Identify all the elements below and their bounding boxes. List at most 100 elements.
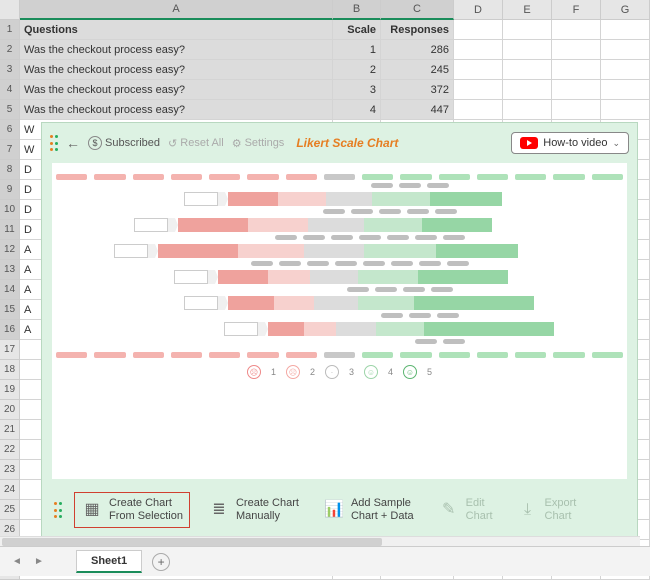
cell[interactable]	[601, 40, 650, 60]
column-header-E[interactable]: E	[503, 0, 552, 20]
column-header-D[interactable]: D	[454, 0, 503, 20]
cell[interactable]	[503, 20, 552, 40]
row-header[interactable]: 1	[0, 20, 20, 40]
drag-handle-icon[interactable]	[50, 135, 58, 151]
cell[interactable]	[503, 80, 552, 100]
row-header[interactable]: 3	[0, 60, 20, 80]
panel-action-bar: ▦ Create ChartFrom Selection ≣ Create Ch…	[50, 487, 629, 533]
row-header[interactable]: 8	[0, 160, 20, 180]
cell[interactable]: 286	[381, 40, 454, 60]
face-4-icon: ☺	[364, 365, 378, 379]
cell[interactable]	[503, 100, 552, 120]
face-neutral-icon: ·	[325, 365, 339, 379]
cell[interactable]	[552, 60, 601, 80]
row-header[interactable]: 11	[0, 220, 20, 240]
column-headers: ABCDEFG	[20, 0, 650, 20]
row-header[interactable]: 14	[0, 280, 20, 300]
chevron-down-icon: ⌄	[612, 138, 620, 149]
likert-chart-panel: ← $ Subscribed ↺ Reset All ⚙ Settings Li…	[41, 122, 638, 540]
cell[interactable]: Was the checkout process easy?	[20, 40, 333, 60]
column-header-B[interactable]: B	[333, 0, 381, 20]
cell[interactable]	[601, 60, 650, 80]
cell[interactable]	[454, 80, 503, 100]
cell[interactable]: 372	[381, 80, 454, 100]
cell[interactable]	[601, 20, 650, 40]
cell[interactable]: 245	[381, 60, 454, 80]
cell[interactable]	[552, 80, 601, 100]
howto-video-button[interactable]: How-to video ⌄	[511, 132, 629, 154]
export-chart-button: ⤓ ExportChart	[511, 493, 583, 527]
row-header[interactable]: 9	[0, 180, 20, 200]
row-header[interactable]: 7	[0, 140, 20, 160]
column-header-A[interactable]: A	[20, 0, 333, 20]
row-header[interactable]: 19	[0, 380, 20, 400]
row-header[interactable]: 17	[0, 340, 20, 360]
row-header[interactable]: 23	[0, 460, 20, 480]
row-header[interactable]: 21	[0, 420, 20, 440]
cell[interactable]	[454, 20, 503, 40]
cell[interactable]: Was the checkout process easy?	[20, 60, 333, 80]
column-header-C[interactable]: C	[381, 0, 454, 20]
sheet-tabs: ◄ ► Sheet1 +	[0, 546, 650, 576]
row-headers: 1234567891011121314151617181920212223242…	[0, 0, 20, 580]
cell[interactable]: 447	[381, 100, 454, 120]
cell[interactable]	[552, 40, 601, 60]
cell[interactable]	[454, 40, 503, 60]
row-header[interactable]: 4	[0, 80, 20, 100]
drag-handle-icon[interactable]	[54, 502, 62, 518]
row-header[interactable]: 6	[0, 120, 20, 140]
tab-sheet1[interactable]: Sheet1	[76, 550, 142, 573]
edit-chart-button: ✎ EditChart	[432, 493, 499, 527]
face-2-icon: ☹	[286, 365, 300, 379]
row-header[interactable]: 18	[0, 360, 20, 380]
cell[interactable]: 1	[333, 40, 381, 60]
table-icon: ▦	[81, 500, 103, 520]
row-header[interactable]: 2	[0, 40, 20, 60]
back-icon[interactable]: ←	[66, 135, 80, 151]
column-header-G[interactable]: G	[601, 0, 650, 20]
cell[interactable]: Was the checkout process easy?	[20, 100, 333, 120]
sliders-icon: ≣	[208, 500, 230, 520]
cell[interactable]: Responses	[381, 20, 454, 40]
row-header[interactable]: 22	[0, 440, 20, 460]
cell[interactable]	[601, 80, 650, 100]
row-header[interactable]: 5	[0, 100, 20, 120]
cell[interactable]	[454, 100, 503, 120]
settings-button[interactable]: ⚙ Settings	[232, 137, 285, 150]
cell[interactable]	[503, 40, 552, 60]
column-header-F[interactable]: F	[552, 0, 601, 20]
row-header[interactable]: 15	[0, 300, 20, 320]
cell[interactable]: Was the checkout process easy?	[20, 80, 333, 100]
reset-button[interactable]: ↺ Reset All	[168, 137, 224, 150]
face-sad-icon: ☹	[247, 365, 261, 379]
reset-icon: ↺	[168, 137, 177, 150]
row-header[interactable]: 12	[0, 240, 20, 260]
row-header[interactable]: 16	[0, 320, 20, 340]
tab-prev-icon[interactable]: ◄	[8, 556, 26, 567]
cell[interactable]: Questions	[20, 20, 333, 40]
cell[interactable]	[601, 100, 650, 120]
create-chart-manually-button[interactable]: ≣ Create ChartManually	[202, 493, 305, 527]
tab-next-icon[interactable]: ►	[30, 556, 48, 567]
cell[interactable]: 2	[333, 60, 381, 80]
add-sheet-button[interactable]: +	[152, 553, 170, 571]
cell[interactable]: Scale	[333, 20, 381, 40]
horizontal-scrollbar[interactable]	[0, 536, 640, 546]
row-header[interactable]: 24	[0, 480, 20, 500]
edit-icon: ✎	[438, 500, 460, 520]
cell[interactable]	[454, 60, 503, 80]
add-sample-button[interactable]: 📊 Add SampleChart + Data	[317, 493, 420, 527]
cell[interactable]	[503, 60, 552, 80]
row-header[interactable]: 20	[0, 400, 20, 420]
cell[interactable]: 3	[333, 80, 381, 100]
corner-cell[interactable]	[0, 0, 20, 20]
scrollbar-thumb[interactable]	[2, 538, 382, 546]
row-header[interactable]: 13	[0, 260, 20, 280]
row-header[interactable]: 25	[0, 500, 20, 520]
row-header[interactable]: 10	[0, 200, 20, 220]
cell[interactable]	[552, 100, 601, 120]
cell[interactable]	[552, 20, 601, 40]
panel-toolbar: ← $ Subscribed ↺ Reset All ⚙ Settings Li…	[50, 129, 629, 157]
cell[interactable]: 4	[333, 100, 381, 120]
create-chart-from-selection-button[interactable]: ▦ Create ChartFrom Selection	[74, 492, 190, 528]
